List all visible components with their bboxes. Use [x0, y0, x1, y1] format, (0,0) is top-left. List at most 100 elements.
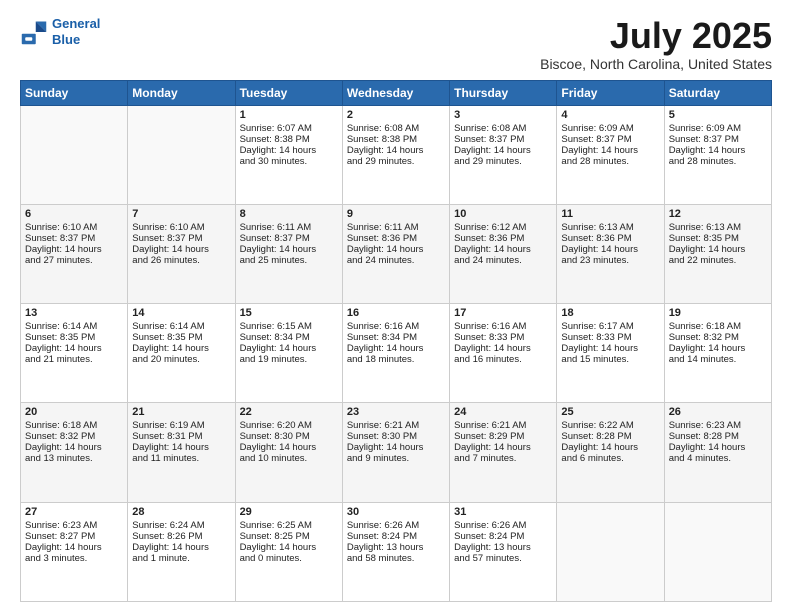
day-number: 14 — [132, 307, 230, 319]
calendar-cell: 26Sunrise: 6:23 AMSunset: 8:28 PMDayligh… — [664, 403, 771, 502]
calendar-cell — [21, 105, 128, 204]
day-info-line: Sunset: 8:24 PM — [347, 531, 445, 542]
calendar-cell — [557, 502, 664, 601]
day-number: 31 — [454, 506, 552, 518]
calendar-cell: 19Sunrise: 6:18 AMSunset: 8:32 PMDayligh… — [664, 304, 771, 403]
day-number: 30 — [347, 506, 445, 518]
day-info-line: and 24 minutes. — [454, 255, 552, 266]
day-info-line: Sunrise: 6:10 AM — [132, 222, 230, 233]
day-info-line: Daylight: 14 hours — [240, 145, 338, 156]
calendar-cell: 30Sunrise: 6:26 AMSunset: 8:24 PMDayligh… — [342, 502, 449, 601]
col-thursday: Thursday — [450, 80, 557, 105]
day-info-line: Daylight: 14 hours — [240, 343, 338, 354]
day-info-line: Sunrise: 6:15 AM — [240, 321, 338, 332]
day-info-line: and 14 minutes. — [669, 354, 767, 365]
day-info-line: Sunset: 8:32 PM — [669, 332, 767, 343]
day-info-line: Sunrise: 6:11 AM — [240, 222, 338, 233]
calendar-table: Sunday Monday Tuesday Wednesday Thursday… — [20, 80, 772, 602]
day-info-line: Daylight: 14 hours — [347, 343, 445, 354]
day-info-line: Sunrise: 6:18 AM — [25, 420, 123, 431]
day-info-line: Daylight: 14 hours — [347, 145, 445, 156]
day-number: 18 — [561, 307, 659, 319]
calendar-cell: 15Sunrise: 6:15 AMSunset: 8:34 PMDayligh… — [235, 304, 342, 403]
day-info-line: Sunrise: 6:14 AM — [25, 321, 123, 332]
main-title: July 2025 — [540, 16, 772, 56]
day-info-line: Sunrise: 6:22 AM — [561, 420, 659, 431]
calendar-cell: 28Sunrise: 6:24 AMSunset: 8:26 PMDayligh… — [128, 502, 235, 601]
day-number: 3 — [454, 109, 552, 121]
week-row-2: 6Sunrise: 6:10 AMSunset: 8:37 PMDaylight… — [21, 204, 772, 303]
day-info-line: Daylight: 14 hours — [240, 442, 338, 453]
day-info-line: and 3 minutes. — [25, 553, 123, 564]
day-info-line: Daylight: 14 hours — [347, 442, 445, 453]
day-info-line: and 16 minutes. — [454, 354, 552, 365]
day-number: 17 — [454, 307, 552, 319]
day-number: 10 — [454, 208, 552, 220]
day-info-line: Sunset: 8:37 PM — [454, 134, 552, 145]
day-info-line: Sunrise: 6:25 AM — [240, 520, 338, 531]
day-info-line: Sunrise: 6:19 AM — [132, 420, 230, 431]
col-monday: Monday — [128, 80, 235, 105]
day-info-line: Daylight: 14 hours — [561, 442, 659, 453]
calendar-cell: 10Sunrise: 6:12 AMSunset: 8:36 PMDayligh… — [450, 204, 557, 303]
day-number: 23 — [347, 406, 445, 418]
day-info-line: and 22 minutes. — [669, 255, 767, 266]
day-info-line: Sunrise: 6:13 AM — [561, 222, 659, 233]
day-info-line: Daylight: 14 hours — [132, 244, 230, 255]
day-info-line: Sunrise: 6:07 AM — [240, 123, 338, 134]
page: General Blue July 2025 Biscoe, North Car… — [0, 0, 792, 612]
calendar-cell: 22Sunrise: 6:20 AMSunset: 8:30 PMDayligh… — [235, 403, 342, 502]
day-info-line: Sunset: 8:31 PM — [132, 431, 230, 442]
day-info-line: Daylight: 14 hours — [454, 145, 552, 156]
calendar-cell: 2Sunrise: 6:08 AMSunset: 8:38 PMDaylight… — [342, 105, 449, 204]
calendar-cell: 8Sunrise: 6:11 AMSunset: 8:37 PMDaylight… — [235, 204, 342, 303]
calendar-cell: 6Sunrise: 6:10 AMSunset: 8:37 PMDaylight… — [21, 204, 128, 303]
calendar-cell: 13Sunrise: 6:14 AMSunset: 8:35 PMDayligh… — [21, 304, 128, 403]
day-info-line: Sunrise: 6:20 AM — [240, 420, 338, 431]
calendar-cell: 24Sunrise: 6:21 AMSunset: 8:29 PMDayligh… — [450, 403, 557, 502]
day-info-line: Daylight: 14 hours — [454, 244, 552, 255]
day-info-line: and 28 minutes. — [561, 156, 659, 167]
day-info-line: Sunset: 8:37 PM — [132, 233, 230, 244]
day-info-line: and 21 minutes. — [25, 354, 123, 365]
day-info-line: Sunrise: 6:09 AM — [669, 123, 767, 134]
day-info-line: Sunset: 8:25 PM — [240, 531, 338, 542]
day-info-line: and 57 minutes. — [454, 553, 552, 564]
day-number: 12 — [669, 208, 767, 220]
day-info-line: Sunset: 8:27 PM — [25, 531, 123, 542]
day-number: 25 — [561, 406, 659, 418]
day-info-line: Daylight: 14 hours — [25, 542, 123, 553]
day-info-line: and 0 minutes. — [240, 553, 338, 564]
calendar-cell: 9Sunrise: 6:11 AMSunset: 8:36 PMDaylight… — [342, 204, 449, 303]
calendar-cell: 17Sunrise: 6:16 AMSunset: 8:33 PMDayligh… — [450, 304, 557, 403]
day-info-line: and 23 minutes. — [561, 255, 659, 266]
day-info-line: Sunrise: 6:24 AM — [132, 520, 230, 531]
day-info-line: Daylight: 14 hours — [669, 343, 767, 354]
col-tuesday: Tuesday — [235, 80, 342, 105]
day-info-line: Sunset: 8:37 PM — [669, 134, 767, 145]
day-info-line: Sunrise: 6:18 AM — [669, 321, 767, 332]
day-number: 21 — [132, 406, 230, 418]
day-info-line: Sunrise: 6:10 AM — [25, 222, 123, 233]
col-wednesday: Wednesday — [342, 80, 449, 105]
day-number: 1 — [240, 109, 338, 121]
day-info-line: Sunset: 8:28 PM — [669, 431, 767, 442]
calendar-header: Sunday Monday Tuesday Wednesday Thursday… — [21, 80, 772, 105]
day-info-line: Daylight: 13 hours — [347, 542, 445, 553]
calendar-cell: 31Sunrise: 6:26 AMSunset: 8:24 PMDayligh… — [450, 502, 557, 601]
day-info-line: and 28 minutes. — [669, 156, 767, 167]
day-info-line: Daylight: 14 hours — [561, 145, 659, 156]
day-info-line: and 58 minutes. — [347, 553, 445, 564]
day-info-line: Sunrise: 6:08 AM — [454, 123, 552, 134]
day-info-line: and 24 minutes. — [347, 255, 445, 266]
day-info-line: Sunset: 8:29 PM — [454, 431, 552, 442]
day-info-line: Sunset: 8:35 PM — [132, 332, 230, 343]
day-info-line: Sunset: 8:38 PM — [240, 134, 338, 145]
day-number: 8 — [240, 208, 338, 220]
day-number: 28 — [132, 506, 230, 518]
day-number: 27 — [25, 506, 123, 518]
day-number: 11 — [561, 208, 659, 220]
day-info-line: Sunset: 8:36 PM — [454, 233, 552, 244]
day-info-line: Sunset: 8:24 PM — [454, 531, 552, 542]
week-row-1: 1Sunrise: 6:07 AMSunset: 8:38 PMDaylight… — [21, 105, 772, 204]
